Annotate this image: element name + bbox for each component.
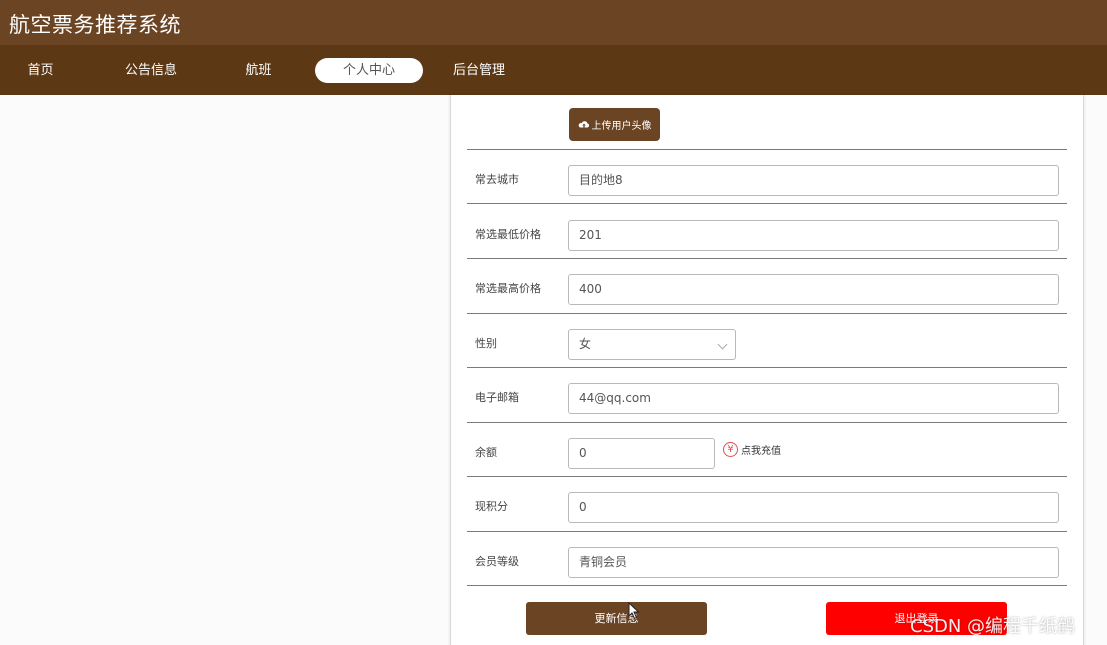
row-divider [467, 585, 1067, 586]
update-info-button[interactable]: 更新信息 [526, 602, 707, 635]
min-price-input[interactable]: 201 [568, 220, 1059, 251]
row-divider [467, 476, 1067, 477]
row-divider [467, 203, 1067, 204]
watermark: CSDN @编程千纸鹤 [910, 616, 1076, 637]
max-price-label: 常选最高价格 [475, 282, 541, 295]
min-price-label: 常选最低价格 [475, 228, 541, 241]
row-divider [467, 313, 1067, 314]
app-title: 航空票务推荐系统 [9, 13, 181, 37]
row-divider [467, 258, 1067, 259]
gender-label: 性别 [475, 337, 497, 350]
balance-label: 余额 [475, 446, 497, 459]
upload-avatar-button[interactable]: 上传用户头像 [569, 108, 660, 141]
city-label: 常去城市 [475, 173, 519, 186]
page-background-left [0, 95, 450, 645]
nav-item-announcements[interactable]: 公告信息 [118, 58, 184, 83]
points-label: 现积分 [475, 500, 508, 513]
profile-form-panel: 上传用户头像 常去城市 目的地8 常选最低价格 201 常选最高价格 400 性… [450, 95, 1084, 645]
row-divider [467, 531, 1067, 532]
email-input[interactable]: 44@qq.com [568, 383, 1059, 414]
row-divider [467, 367, 1067, 368]
gender-select-value: 女 [579, 337, 592, 351]
mouse-cursor-icon [628, 602, 640, 620]
level-input[interactable]: 青铜会员 [568, 547, 1059, 578]
app-header: 航空票务推荐系统 [0, 0, 1107, 45]
row-divider [467, 422, 1067, 423]
nav-item-personal-center[interactable]: 个人中心 [315, 58, 423, 83]
cloud-upload-icon [578, 120, 589, 128]
chevron-down-icon [717, 339, 728, 350]
gender-select[interactable]: 女 [568, 329, 736, 360]
points-input[interactable]: 0 [568, 492, 1059, 523]
main-nav: 首页 公告信息 航班 个人中心 后台管理 [0, 45, 1107, 95]
nav-item-home[interactable]: 首页 [18, 58, 63, 83]
upload-avatar-label: 上传用户头像 [591, 121, 652, 132]
yen-icon: ¥ [723, 442, 738, 457]
nav-item-admin[interactable]: 后台管理 [446, 58, 512, 83]
recharge-label: 点我充值 [741, 446, 781, 457]
row-divider [467, 149, 1067, 150]
page-background-right [1084, 95, 1107, 645]
level-label: 会员等级 [475, 555, 519, 568]
recharge-link[interactable]: ¥ 点我充值 [723, 442, 781, 457]
email-label: 电子邮箱 [475, 391, 519, 404]
city-input[interactable]: 目的地8 [568, 165, 1059, 196]
balance-input[interactable]: 0 [568, 438, 715, 469]
nav-item-flights[interactable]: 航班 [236, 58, 281, 83]
max-price-input[interactable]: 400 [568, 274, 1059, 305]
